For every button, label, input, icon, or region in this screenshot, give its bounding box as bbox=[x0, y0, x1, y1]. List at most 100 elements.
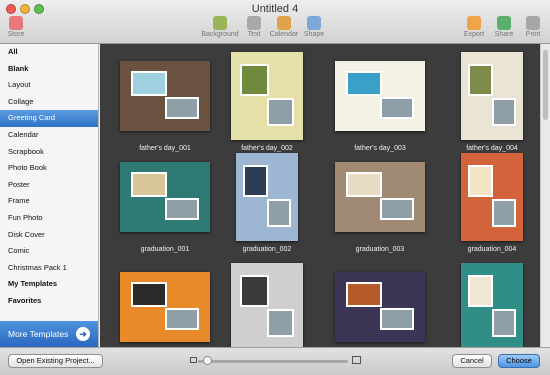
template-preview-image bbox=[231, 263, 303, 347]
photo-frame bbox=[267, 309, 294, 337]
photo-frame bbox=[380, 97, 414, 119]
photo-frame bbox=[267, 199, 291, 227]
sidebar-item-scrapbook[interactable]: Scrapbook bbox=[0, 144, 98, 161]
template-preview-image bbox=[236, 153, 298, 241]
shape-tool-button[interactable]: Shape bbox=[292, 16, 336, 38]
photo-frame bbox=[346, 282, 382, 307]
template-preview-image bbox=[120, 61, 210, 131]
sidebar-item-frame[interactable]: Frame bbox=[0, 193, 98, 210]
template-thumbnail[interactable] bbox=[325, 272, 435, 342]
template-grid: father's day_001 father's day_002 father's… bbox=[100, 44, 540, 347]
open-existing-project-button[interactable]: Open Existing Project... bbox=[8, 354, 103, 368]
template-thumbnail[interactable] bbox=[110, 272, 220, 342]
sidebar-item-calendar[interactable]: Calendar bbox=[0, 127, 98, 144]
sidebar-item-poster[interactable]: Poster bbox=[0, 177, 98, 194]
photo-frame bbox=[243, 165, 268, 197]
template-preview-image bbox=[231, 52, 303, 140]
photo-frame bbox=[492, 309, 516, 337]
photo-frame bbox=[131, 282, 167, 307]
template-preview-image bbox=[335, 272, 425, 342]
template-thumbnail[interactable] bbox=[437, 263, 540, 347]
template-preview-image bbox=[461, 52, 523, 140]
template-thumbnail[interactable]: graduation_003 bbox=[325, 162, 435, 253]
sidebar-item-collage[interactable]: Collage bbox=[0, 94, 98, 111]
template-thumbnail[interactable]: father's day_002 bbox=[212, 52, 322, 152]
sidebar-item-disk-cover[interactable]: Disk Cover bbox=[0, 227, 98, 244]
photo-frame bbox=[346, 172, 382, 197]
photo-frame bbox=[468, 165, 493, 197]
zoom-slider[interactable] bbox=[198, 360, 348, 363]
template-preview-image bbox=[335, 162, 425, 232]
template-name: graduation_002 bbox=[242, 246, 292, 253]
share-icon bbox=[497, 16, 511, 30]
category-sidebar: All Blank Layout Collage Greeting Card Calend… bbox=[0, 44, 99, 347]
zoom-slider-knob[interactable] bbox=[202, 356, 212, 365]
template-name: father's day_002 bbox=[241, 145, 293, 152]
more-templates-button[interactable]: More Templates ➜ bbox=[0, 321, 98, 347]
photo-frame bbox=[492, 98, 516, 126]
template-thumbnail[interactable]: graduation_004 bbox=[437, 153, 540, 253]
photo-frame bbox=[492, 199, 516, 227]
template-name: graduation_003 bbox=[355, 246, 405, 253]
tool-label: Store bbox=[7, 31, 25, 38]
template-thumbnail[interactable] bbox=[212, 263, 322, 347]
print-icon bbox=[526, 16, 540, 30]
photo-frame bbox=[131, 172, 167, 197]
sidebar-item-photo-book[interactable]: Photo Book bbox=[0, 160, 98, 177]
photo-frame bbox=[240, 64, 269, 96]
photo-frame bbox=[240, 275, 269, 307]
sidebar-item-comic[interactable]: Comic bbox=[0, 243, 98, 260]
template-name: graduation_001 bbox=[140, 246, 190, 253]
store-icon bbox=[9, 16, 23, 30]
sidebar-item-fun-photo[interactable]: Fun Photo bbox=[0, 210, 98, 227]
photo-frame bbox=[165, 198, 199, 220]
export-icon bbox=[467, 16, 481, 30]
template-thumbnail[interactable]: father's day_003 bbox=[325, 61, 435, 152]
template-preview-image bbox=[120, 272, 210, 342]
sidebar-item-blank[interactable]: Blank bbox=[0, 61, 98, 78]
zoom-in-icon[interactable] bbox=[352, 356, 361, 364]
template-thumbnail[interactable]: graduation_002 bbox=[212, 153, 322, 253]
shape-icon bbox=[307, 16, 321, 30]
text-icon bbox=[247, 16, 261, 30]
template-name: father's day_004 bbox=[466, 145, 518, 152]
photo-frame bbox=[131, 71, 167, 96]
vertical-scrollbar[interactable] bbox=[540, 44, 550, 347]
photo-frame bbox=[380, 198, 414, 220]
bottom-bar: Open Existing Project... Cancel Choose bbox=[0, 347, 550, 375]
sidebar-item-favorites[interactable]: Favorites bbox=[0, 293, 98, 310]
photo-frame bbox=[346, 71, 382, 96]
template-name: graduation_004 bbox=[467, 246, 517, 253]
photo-frame bbox=[380, 308, 414, 330]
template-thumbnail[interactable]: graduation_001 bbox=[110, 162, 220, 253]
template-name: father's day_003 bbox=[354, 145, 406, 152]
choose-button[interactable]: Choose bbox=[498, 354, 540, 368]
photo-frame bbox=[165, 97, 199, 119]
sidebar-item-all[interactable]: All bbox=[0, 44, 98, 61]
print-tool-button[interactable]: Print bbox=[511, 16, 550, 38]
template-preview-image bbox=[335, 61, 425, 131]
sidebar-item-greeting-card[interactable]: Greeting Card bbox=[0, 110, 98, 127]
sidebar-item-christmas-pack-1[interactable]: Christmas Pack 1 bbox=[0, 260, 98, 277]
arrow-right-icon: ➜ bbox=[76, 327, 90, 341]
sidebar-item-my-templates[interactable]: My Templates bbox=[0, 276, 98, 293]
more-templates-label: More Templates bbox=[8, 329, 69, 339]
template-thumbnail[interactable]: father's day_004 bbox=[437, 52, 540, 152]
photo-frame bbox=[468, 275, 493, 307]
zoom-out-icon[interactable] bbox=[190, 357, 197, 363]
window-toolbar: Untitled 4 Store Background Text Calendar Sh… bbox=[0, 0, 550, 44]
template-preview-image bbox=[461, 153, 523, 241]
template-thumbnail[interactable]: father's day_001 bbox=[110, 61, 220, 152]
scrollbar-thumb[interactable] bbox=[543, 50, 548, 120]
template-preview-image bbox=[461, 263, 523, 347]
cancel-button[interactable]: Cancel bbox=[452, 354, 492, 368]
photo-frame bbox=[267, 98, 294, 126]
background-icon bbox=[213, 16, 227, 30]
window-title: Untitled 4 bbox=[251, 3, 299, 15]
template-name: father's day_001 bbox=[139, 145, 191, 152]
sidebar-item-layout[interactable]: Layout bbox=[0, 77, 98, 94]
store-tool-button[interactable]: Store bbox=[0, 16, 38, 38]
photo-frame bbox=[468, 64, 493, 96]
template-preview-image bbox=[120, 162, 210, 232]
tool-label: Shape bbox=[303, 31, 325, 38]
